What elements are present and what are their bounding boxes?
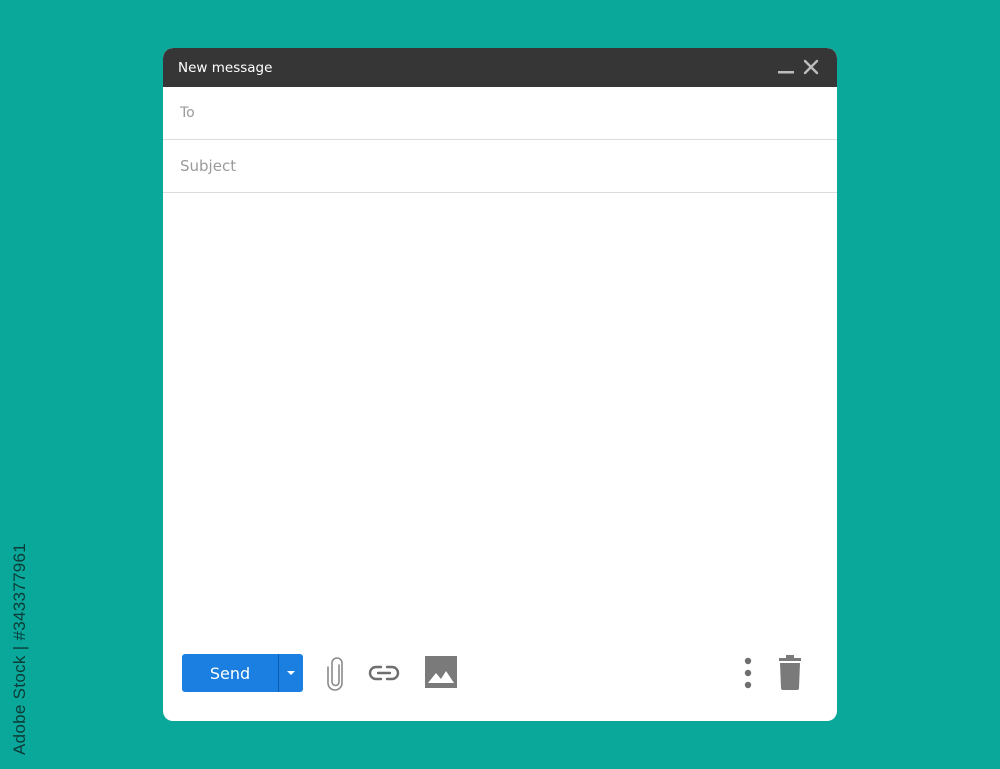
insert-photo-button[interactable] (425, 656, 457, 688)
subject-field-row (163, 140, 837, 193)
paperclip-icon (327, 657, 343, 691)
to-field-row (163, 87, 837, 140)
more-options-button[interactable] (740, 656, 756, 690)
insert-link-button[interactable] (367, 662, 401, 684)
minimize-icon (778, 71, 794, 74)
send-button-label: Send (209, 663, 251, 683)
send-options-button[interactable] (279, 654, 303, 692)
discard-draft-button[interactable] (777, 655, 803, 691)
close-button[interactable] (801, 58, 821, 78)
message-body-area (163, 193, 837, 638)
to-input[interactable] (180, 87, 820, 139)
compose-titlebar: New message (163, 48, 837, 87)
subject-input[interactable] (180, 140, 820, 192)
link-icon (368, 665, 400, 681)
send-button[interactable]: Send (182, 654, 278, 692)
attach-file-button[interactable] (326, 656, 346, 692)
caret-down-icon (287, 671, 295, 675)
window-title: New message (178, 60, 273, 76)
stock-watermark: Adobe Stock | #343377961 (10, 542, 29, 755)
message-body-input[interactable] (180, 201, 824, 635)
close-icon (803, 59, 819, 75)
image-icon (425, 656, 457, 688)
minimize-button[interactable] (776, 58, 796, 78)
more-vertical-icon (744, 657, 752, 689)
send-button-group: Send (182, 654, 303, 692)
compose-window: New message Send (163, 48, 837, 721)
trash-icon (779, 655, 801, 690)
